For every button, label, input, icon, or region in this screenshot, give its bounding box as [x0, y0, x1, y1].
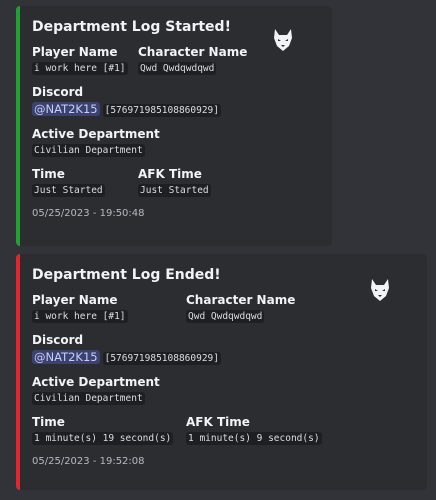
- time-value: 1 minute(s) 19 second(s): [32, 432, 174, 445]
- embed-footer-timestamp: 05/25/2023 - 19:50:48: [32, 208, 145, 219]
- discord-id-value: [576971985108860929]: [102, 104, 221, 117]
- field-player-name: Player Name i work here [#1]: [32, 293, 128, 323]
- discord-user-mention[interactable]: @NAT2K15: [32, 350, 100, 364]
- field-afk-time: AFK Time Just Started: [138, 167, 211, 197]
- time-value: Just Started: [32, 184, 105, 197]
- field-time: Time Just Started: [32, 167, 105, 197]
- active-department-value: Civilian Department: [32, 144, 145, 157]
- character-name-value: Qwd Qwdqwdqwd: [138, 62, 217, 75]
- embed-log-started: Department Log Started! Player Name i wo…: [16, 6, 332, 246]
- field-character-name: Character Name Qwd Qwdqwdqwd: [138, 45, 248, 75]
- field-active-department: Active Department Civilian Department: [32, 375, 160, 405]
- field-time: Time 1 minute(s) 19 second(s): [32, 415, 174, 445]
- wolf-logo-icon[interactable]: [369, 278, 391, 302]
- field-discord: Discord @NAT2K15 [576971985108860929]: [32, 85, 221, 117]
- field-discord: Discord @NAT2K15 [576971985108860929]: [32, 333, 221, 365]
- player-name-value: i work here [#1]: [32, 310, 128, 323]
- discord-id-value: [576971985108860929]: [102, 352, 221, 365]
- afk-time-value: Just Started: [138, 184, 211, 197]
- embed-footer-timestamp: 05/25/2023 - 19:52:08: [32, 456, 145, 467]
- character-name-value: Qwd Qwdqwdqwd: [186, 310, 265, 323]
- embed-title: Department Log Ended!: [32, 267, 221, 283]
- wolf-logo-icon[interactable]: [272, 28, 294, 52]
- field-afk-time: AFK Time 1 minute(s) 9 second(s): [186, 415, 322, 445]
- active-department-value: Civilian Department: [32, 392, 145, 405]
- field-player-name: Player Name i work here [#1]: [32, 45, 128, 75]
- field-active-department: Active Department Civilian Department: [32, 127, 160, 157]
- discord-user-mention[interactable]: @NAT2K15: [32, 102, 100, 116]
- afk-time-value: 1 minute(s) 9 second(s): [186, 432, 322, 445]
- field-character-name: Character Name Qwd Qwdqwdqwd: [186, 293, 296, 323]
- embed-log-ended: Department Log Ended! Player Name i work…: [16, 254, 427, 490]
- player-name-value: i work here [#1]: [32, 62, 128, 75]
